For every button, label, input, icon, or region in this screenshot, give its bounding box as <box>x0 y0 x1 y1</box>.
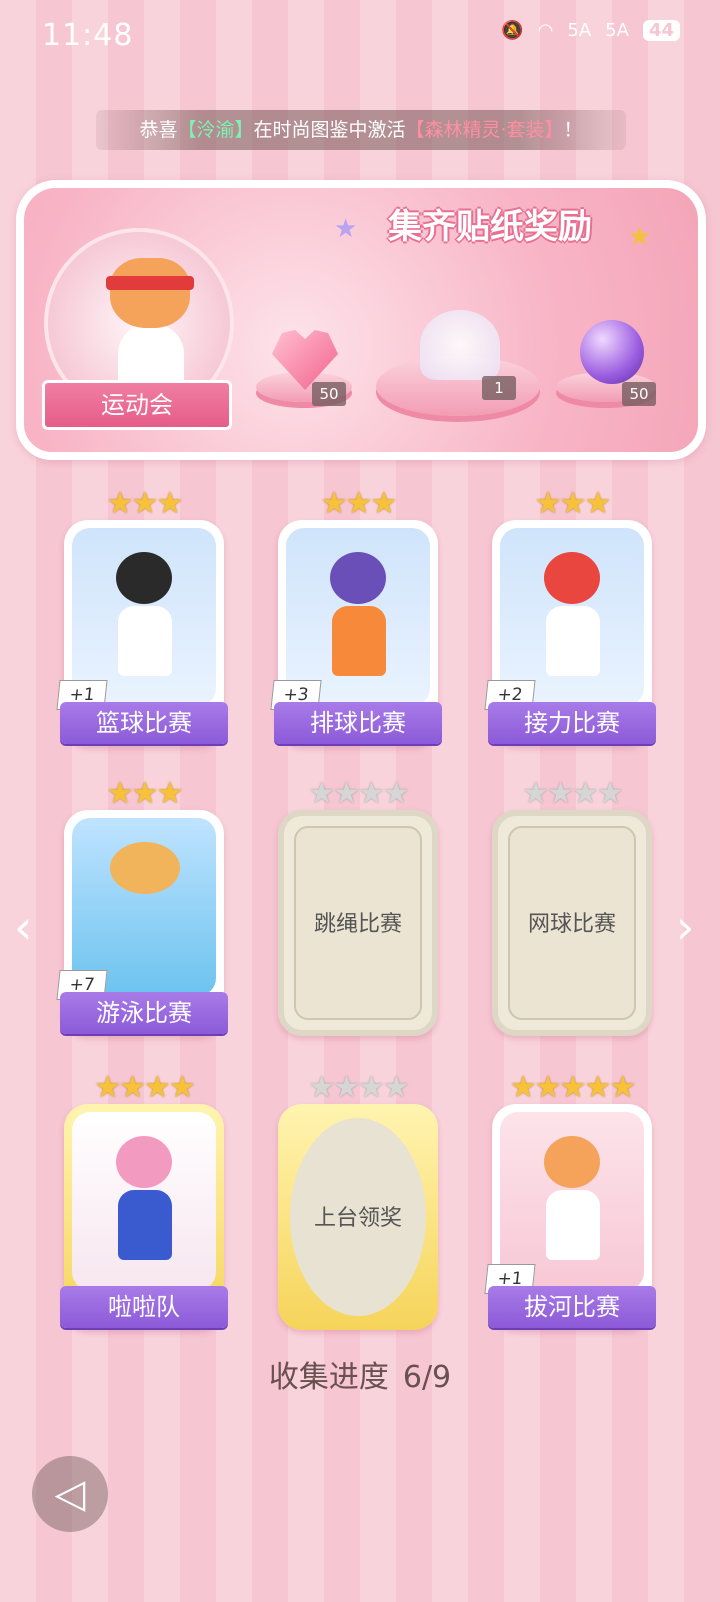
jellyfish-icon[interactable] <box>420 310 500 380</box>
battery-icon: 44 <box>642 20 680 41</box>
star-rating: ★★★ <box>534 486 612 521</box>
next-page-arrow-icon[interactable]: › <box>676 900 694 954</box>
sticker-label: 排球比赛 <box>274 702 442 744</box>
ticker-middle: 在时尚图鉴中激活 <box>253 119 406 141</box>
back-button[interactable]: ◁ <box>32 1456 108 1532</box>
star-rating: ★★★★ <box>308 1070 410 1105</box>
sticker-label: 游泳比赛 <box>60 992 228 1034</box>
mute-icon: 🔕 <box>501 20 524 41</box>
star-icon: ★ <box>628 222 652 252</box>
purple-orb-icon[interactable] <box>580 320 644 384</box>
sticker-card-tug-of-war[interactable]: +1 拔河比赛 <box>484 1104 656 1330</box>
sticker-label: 篮球比赛 <box>60 702 228 744</box>
character-body <box>332 606 386 676</box>
ticker-suffix: ！ <box>563 119 583 141</box>
character-head <box>110 842 180 894</box>
sticker-label: 接力比赛 <box>488 702 656 744</box>
sticker-label: 啦啦队 <box>60 1286 228 1328</box>
star-rating: ★★★★ <box>308 776 410 811</box>
reward-count: 1 <box>482 376 516 400</box>
sticker-card-jump-rope-locked[interactable]: 跳绳比赛 <box>278 810 438 1036</box>
character-head <box>544 1136 600 1188</box>
sticker-label: 上台领奖 <box>313 1206 402 1231</box>
star-rating: ★★★ <box>106 486 184 521</box>
character-body <box>546 1190 600 1260</box>
character-head <box>330 552 386 604</box>
progress-value: 6/9 <box>402 1360 452 1395</box>
character-head <box>116 552 172 604</box>
status-bar: 11:48 🔕 ◠ 5A 5A 44 <box>0 0 720 74</box>
headband <box>106 276 194 290</box>
star-rating: ★★★ <box>320 486 398 521</box>
reward-count: 50 <box>622 382 656 406</box>
character-body <box>118 606 172 676</box>
sticker-card-swimming[interactable]: +7 游泳比赛 <box>56 810 228 1036</box>
sticker-card-award-locked[interactable]: 上台领奖 <box>278 1104 438 1330</box>
banner-title: 集齐贴纸奖励 <box>388 207 592 247</box>
character-body <box>118 1190 172 1260</box>
sticker-card-volleyball[interactable]: +3 排球比赛 <box>270 520 442 746</box>
sticker-card-tennis-locked[interactable]: 网球比赛 <box>492 810 652 1036</box>
status-icons: 🔕 ◠ 5A 5A 44 <box>501 20 680 41</box>
sticker-label: 网球比赛 <box>527 912 616 937</box>
sticker-card-relay[interactable]: +2 接力比赛 <box>484 520 656 746</box>
sticker-card-basketball[interactable]: +1 篮球比赛 <box>56 520 228 746</box>
broadcast-ticker: 恭喜【泠渝】在时尚图鉴中激活【森林精灵·套装】！ <box>96 110 626 150</box>
character-head <box>116 1136 172 1188</box>
ticker-prefix: 恭喜 <box>139 119 178 141</box>
sticker-card-cheerleading[interactable]: 啦啦队 <box>60 1104 228 1330</box>
ticker-player: 【泠渝】 <box>177 119 254 141</box>
star-icon: ★ <box>334 214 358 244</box>
signal-icon: 5A <box>605 20 629 41</box>
clock: 11:48 <box>42 18 134 53</box>
prev-page-arrow-icon[interactable]: ‹ <box>14 900 32 954</box>
progress-label: 收集进度 <box>268 1360 389 1395</box>
sticker-label: 跳绳比赛 <box>313 912 402 937</box>
cat-head <box>110 258 190 328</box>
reward-count: 50 <box>312 382 346 406</box>
character-head <box>544 552 600 604</box>
character-body <box>546 606 600 676</box>
star-rating: ★★★★ <box>522 776 624 811</box>
signal-icon: 5A <box>567 20 592 41</box>
sticker-image <box>72 1112 216 1290</box>
event-name-ribbon: 运动会 <box>42 380 232 430</box>
star-rating: ★★★ <box>106 776 184 811</box>
collection-progress: 收集进度 6/9 <box>0 1352 720 1396</box>
star-rating: ★★★★★ <box>509 1070 636 1105</box>
wifi-icon: ◠ <box>537 20 554 41</box>
ticker-item: 【森林精灵·套装】 <box>405 119 564 141</box>
star-rating: ★★★★ <box>94 1070 196 1105</box>
sticker-label: 拔河比赛 <box>488 1286 656 1328</box>
